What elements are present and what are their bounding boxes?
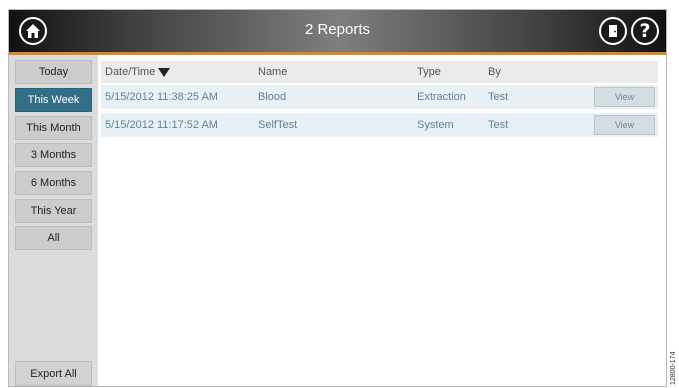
row-datetime: 5/15/2012 11:17:52 AM bbox=[105, 119, 218, 131]
exit-door-icon bbox=[609, 25, 617, 37]
filter-this-year-button[interactable]: This Year bbox=[15, 199, 92, 223]
column-header-datetime[interactable]: Date/Time bbox=[105, 61, 171, 83]
reports-table: Date/Time Name Type By 5/15/2012 11:38:2… bbox=[98, 55, 666, 386]
exit-button[interactable] bbox=[599, 17, 627, 45]
table-row[interactable]: 5/15/2012 11:17:52 AM SelfTest System Te… bbox=[101, 113, 658, 137]
column-header-type[interactable]: Type bbox=[417, 61, 441, 83]
reports-screen: 2 Reports ? Today This Week This Month 3… bbox=[8, 9, 667, 387]
row-type: Extraction bbox=[417, 91, 466, 103]
header-bar: 2 Reports ? bbox=[9, 10, 666, 52]
column-header-datetime-label: Date/Time bbox=[105, 66, 156, 78]
table-row[interactable]: 5/15/2012 11:38:25 AM Blood Extraction T… bbox=[101, 85, 658, 109]
column-header-name[interactable]: Name bbox=[258, 61, 287, 83]
page-title: 2 Reports bbox=[304, 21, 371, 38]
row-type: System bbox=[417, 119, 454, 131]
row-by: Test bbox=[488, 119, 509, 131]
filter-this-week-button[interactable]: This Week bbox=[15, 88, 92, 112]
table-header: Date/Time Name Type By bbox=[101, 61, 658, 83]
help-icon: ? bbox=[639, 19, 651, 42]
row-by: Test bbox=[488, 91, 509, 103]
view-button[interactable]: View bbox=[594, 115, 655, 135]
sort-descending-icon bbox=[158, 67, 171, 77]
filter-today-button[interactable]: Today bbox=[15, 60, 92, 84]
filter-3-months-button[interactable]: 3 Months bbox=[15, 143, 92, 167]
row-name: Blood bbox=[258, 91, 287, 103]
filter-all-button[interactable]: All bbox=[15, 226, 92, 250]
help-button[interactable]: ? bbox=[631, 17, 659, 45]
filter-6-months-button[interactable]: 6 Months bbox=[15, 171, 92, 195]
column-header-by[interactable]: By bbox=[488, 61, 501, 83]
row-name: SelfTest bbox=[258, 119, 298, 131]
filter-this-month-button[interactable]: This Month bbox=[15, 116, 92, 140]
export-all-button[interactable]: Export All bbox=[15, 361, 92, 386]
sidebar: Today This Week This Month 3 Months 6 Mo… bbox=[9, 55, 98, 386]
view-button[interactable]: View bbox=[594, 87, 655, 107]
figure-id: 12800-174 bbox=[670, 351, 677, 385]
row-datetime: 5/15/2012 11:38:25 AM bbox=[105, 91, 218, 103]
